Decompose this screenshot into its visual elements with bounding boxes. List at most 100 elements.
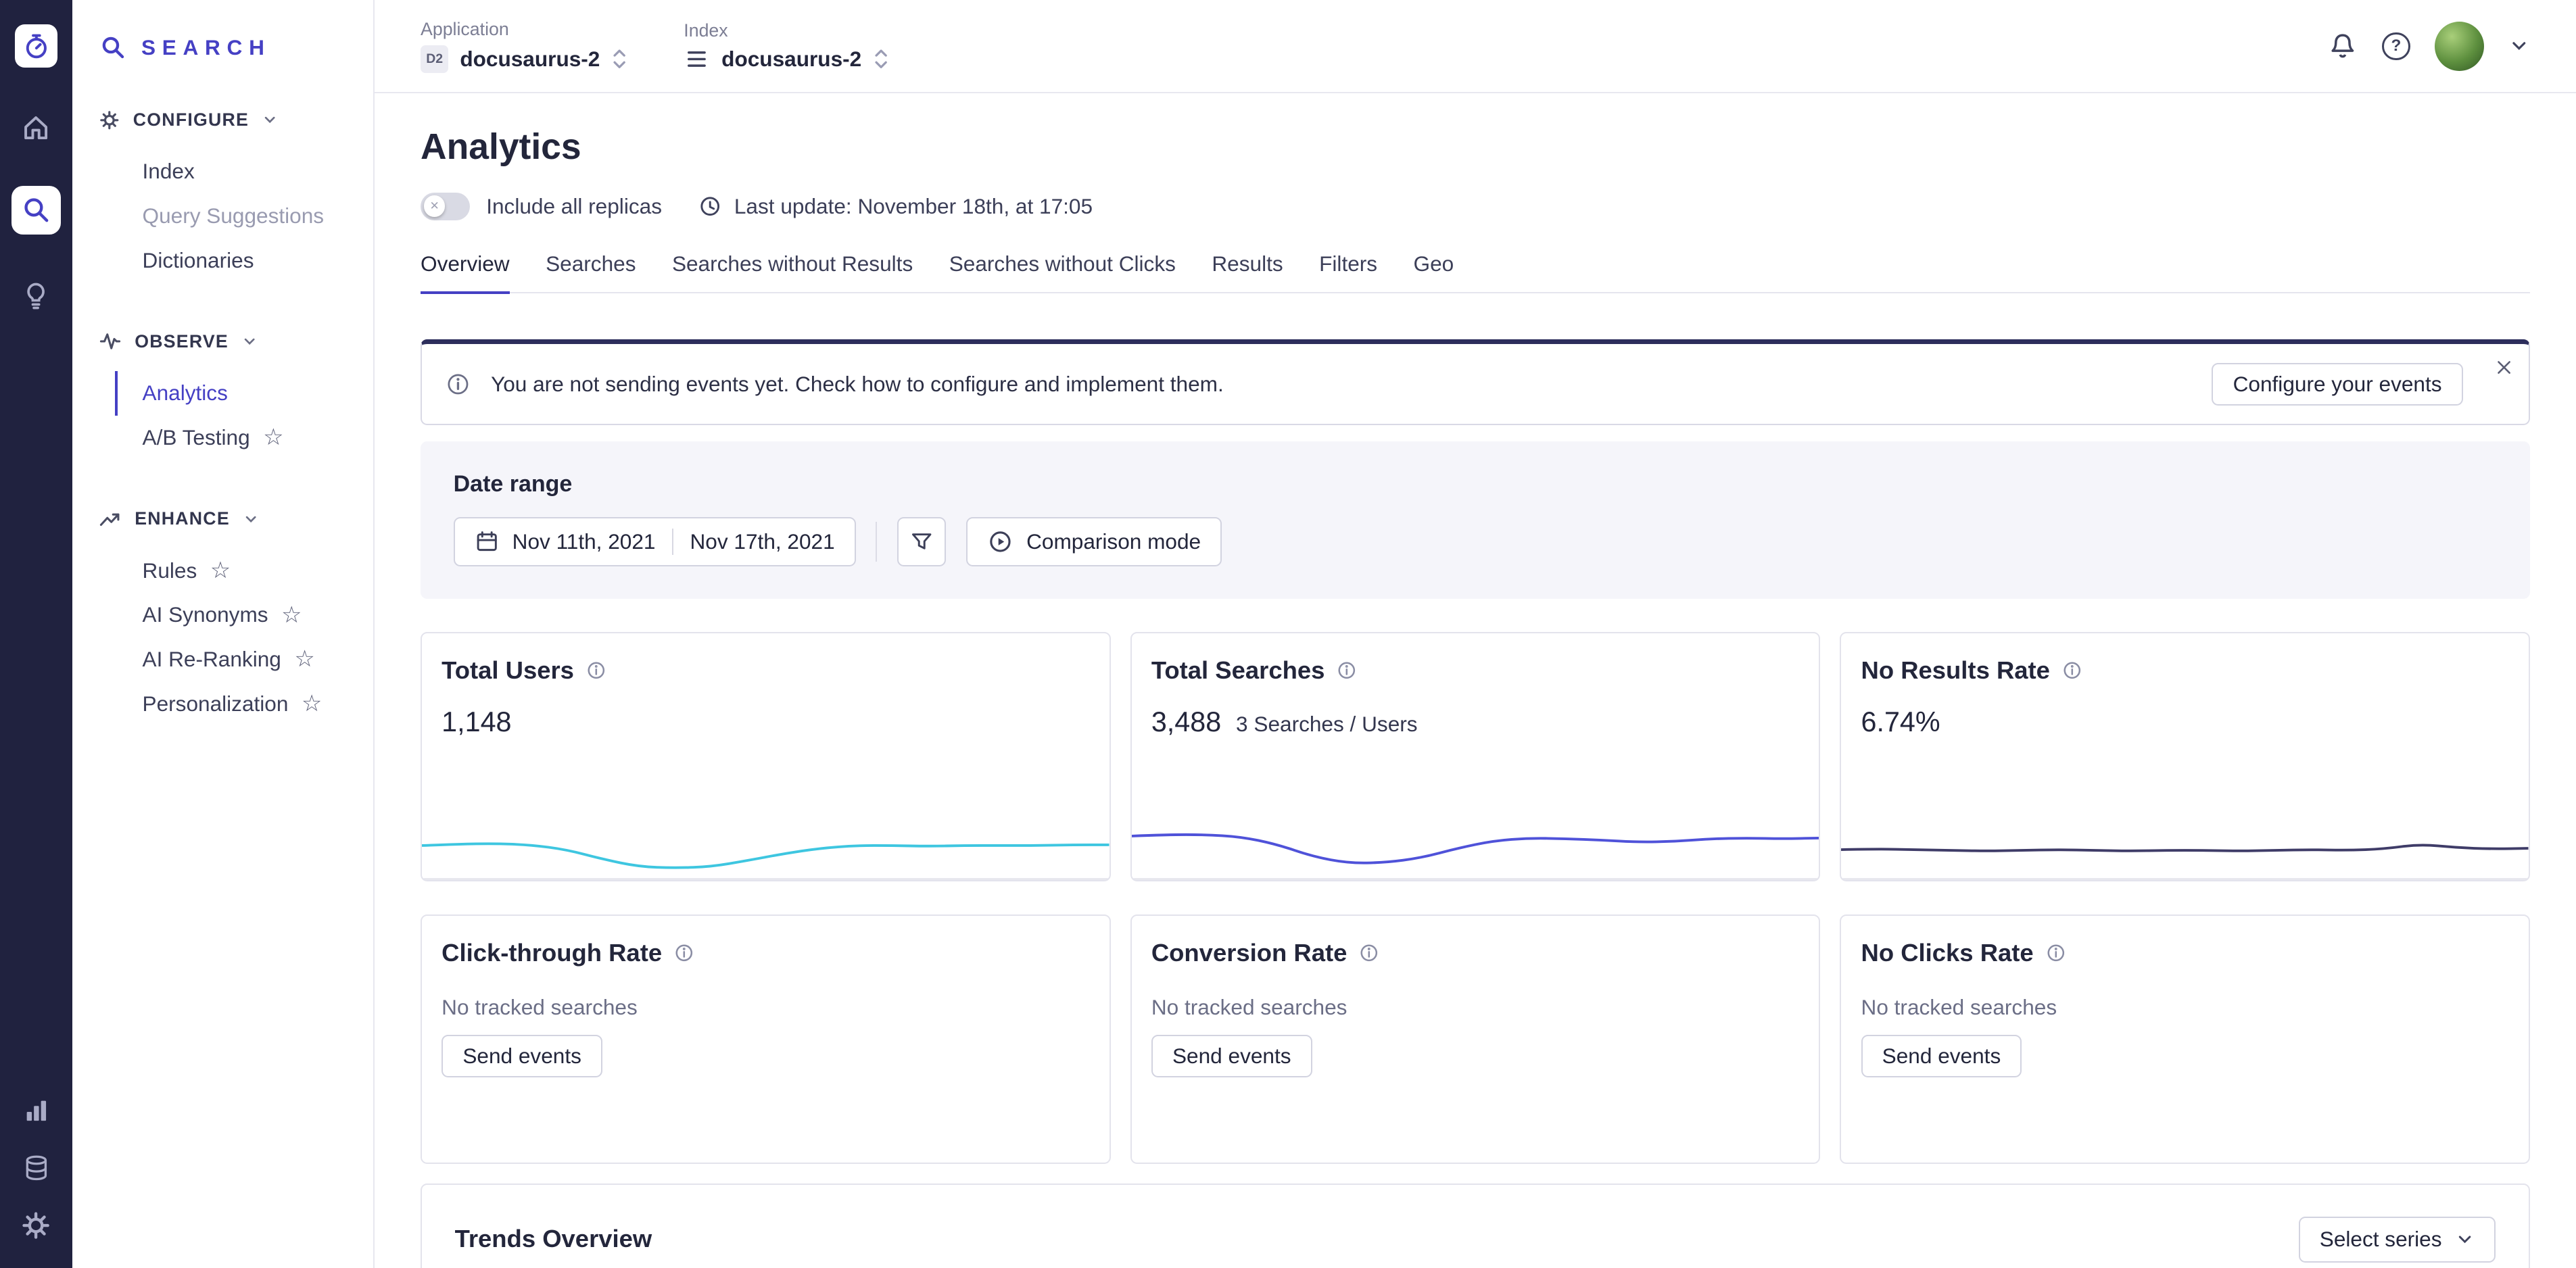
send-events-button[interactable]: Send events — [442, 1035, 602, 1077]
select-series-label: Select series — [2320, 1227, 2442, 1252]
search-logo-text: SEARCH — [141, 35, 271, 60]
card-title: Click-through Rate — [442, 939, 662, 967]
topbar: Application D2 docusaurus-2 Index — [375, 0, 2576, 93]
date-range-button[interactable]: Nov 11th, 2021 Nov 17th, 2021 — [454, 517, 856, 566]
info-icon[interactable] — [673, 942, 695, 964]
comparison-mode-label: Comparison mode — [1026, 529, 1201, 554]
date-range-label: Date range — [454, 471, 2498, 497]
activity-icon — [99, 330, 122, 353]
tab-searches-without-clicks[interactable]: Searches without Clicks — [949, 251, 1176, 294]
bell-icon[interactable] — [2328, 31, 2358, 61]
close-icon[interactable] — [2494, 358, 2514, 377]
sidebar-item-analytics[interactable]: Analytics — [115, 371, 373, 416]
main-content: Analytics ✕ Include all replicas Last up… — [375, 93, 2576, 1267]
sidebar-item-query-suggestions[interactable]: Query Suggestions — [115, 194, 373, 239]
analytics-tabs: Overview Searches Searches without Resul… — [421, 251, 2530, 293]
home-icon[interactable] — [18, 110, 54, 146]
toggle-knob: ✕ — [424, 195, 446, 217]
configure-events-button[interactable]: Configure your events — [2212, 363, 2462, 406]
application-label: Application — [421, 19, 628, 40]
application-dropdown[interactable]: D2 docusaurus-2 — [421, 45, 628, 73]
date-end: Nov 17th, 2021 — [690, 529, 835, 554]
sidebar-item-ab-testing[interactable]: A/B Testing ☆ — [115, 416, 373, 460]
funnel-icon — [909, 529, 934, 554]
star-icon[interactable]: ☆ — [302, 692, 322, 715]
rail-bottom-group — [18, 1092, 54, 1244]
star-icon[interactable]: ☆ — [281, 604, 302, 627]
sidebar-item-personalization[interactable]: Personalization ☆ — [115, 681, 373, 726]
info-icon[interactable] — [586, 660, 607, 681]
stopwatch-icon — [22, 31, 51, 61]
card-title: Conversion Rate — [1151, 939, 1347, 967]
analytics-bars-icon[interactable] — [18, 1092, 54, 1128]
info-icon — [445, 371, 471, 397]
index-value: docusaurus-2 — [721, 47, 861, 72]
date-start: Nov 11th, 2021 — [512, 529, 656, 554]
total-searches-sparkline — [1132, 802, 1819, 881]
metric-value: 3,488 — [1151, 706, 1221, 738]
chevron-down-icon — [2455, 1229, 2475, 1249]
sidebar: SEARCH CONFIGURE I — [72, 0, 375, 1268]
sort-chevrons-icon — [611, 47, 627, 71]
info-icon[interactable] — [2061, 660, 2083, 681]
section-header-enhance[interactable]: ENHANCE — [72, 501, 373, 537]
tab-geo[interactable]: Geo — [1414, 251, 1454, 294]
circle-play-icon — [987, 529, 1013, 555]
event-card-conversion-rate: Conversion Rate No tracked searches Send… — [1130, 915, 1821, 1164]
tab-searches-without-results[interactable]: Searches without Results — [672, 251, 913, 294]
metric-card-no-results-rate: No Results Rate 6.74% — [1840, 632, 2530, 881]
app-switcher-logo[interactable] — [15, 24, 57, 67]
no-tracked-searches-text: No tracked searches — [1151, 995, 1799, 1020]
event-card-click-through-rate: Click-through Rate No tracked searches S… — [421, 915, 1111, 1164]
sidebar-item-rules[interactable]: Rules ☆ — [115, 548, 373, 593]
card-title: Total Searches — [1151, 656, 1325, 685]
chevron-down-icon — [241, 333, 258, 349]
sidebar-item-dictionaries[interactable]: Dictionaries — [115, 238, 373, 283]
star-icon[interactable]: ☆ — [294, 648, 314, 670]
index-selector: Index docusaurus-2 — [684, 0, 889, 92]
send-events-button[interactable]: Send events — [1861, 1035, 2022, 1077]
card-title: No Clicks Rate — [1861, 939, 2034, 967]
section-header-observe[interactable]: OBSERVE — [72, 324, 373, 360]
lightbulb-icon[interactable] — [18, 278, 54, 314]
tab-filters[interactable]: Filters — [1319, 251, 1377, 294]
metric-cards-row: Total Users 1,148 Total Searches — [421, 632, 2530, 881]
metric-value: 6.74% — [1861, 706, 1940, 738]
page-meta-row: ✕ Include all replicas Last update: Nove… — [421, 193, 2530, 220]
chevron-down-icon — [243, 511, 259, 527]
total-users-sparkline — [422, 802, 1110, 881]
event-cards-row: Click-through Rate No tracked searches S… — [421, 915, 2530, 1164]
include-replicas-label: Include all replicas — [486, 194, 662, 219]
comparison-mode-button[interactable]: Comparison mode — [966, 517, 1222, 566]
sidebar-section-observe: OBSERVE Analytics A/B Testing ☆ — [72, 324, 373, 460]
info-icon[interactable] — [1336, 660, 1358, 681]
sidebar-item-ai-re-ranking[interactable]: AI Re-Ranking ☆ — [115, 637, 373, 682]
select-series-button[interactable]: Select series — [2299, 1217, 2496, 1263]
sidebar-item-index[interactable]: Index — [115, 149, 373, 194]
info-icon[interactable] — [2045, 942, 2067, 964]
send-events-button[interactable]: Send events — [1151, 1035, 1312, 1077]
include-replicas-toggle[interactable]: ✕ — [421, 193, 470, 220]
star-icon[interactable]: ☆ — [210, 559, 231, 582]
index-dropdown[interactable]: docusaurus-2 — [684, 46, 889, 72]
star-icon[interactable]: ☆ — [263, 426, 283, 449]
last-update: Last update: November 18th, at 17:05 — [698, 194, 1093, 219]
chevron-down-icon[interactable] — [2508, 35, 2530, 57]
section-header-configure[interactable]: CONFIGURE — [72, 102, 373, 138]
database-icon[interactable] — [18, 1150, 54, 1186]
section-label: ENHANCE — [135, 508, 230, 529]
tab-searches[interactable]: Searches — [546, 251, 636, 294]
metric-suffix: 3 Searches / Users — [1236, 712, 1418, 737]
tab-overview[interactable]: Overview — [421, 251, 510, 294]
info-icon[interactable] — [1358, 942, 1380, 964]
tab-results[interactable]: Results — [1212, 251, 1283, 294]
no-tracked-searches-text: No tracked searches — [1861, 995, 2509, 1020]
gear-icon[interactable] — [18, 1207, 54, 1243]
chevron-down-icon — [262, 112, 278, 128]
filter-button[interactable] — [897, 517, 947, 566]
search-section-icon[interactable] — [11, 186, 61, 235]
help-icon[interactable]: ? — [2382, 32, 2410, 60]
avatar[interactable] — [2435, 22, 2484, 71]
sidebar-item-ai-synonyms[interactable]: AI Synonyms ☆ — [115, 593, 373, 637]
search-logo[interactable]: SEARCH — [72, 0, 373, 61]
